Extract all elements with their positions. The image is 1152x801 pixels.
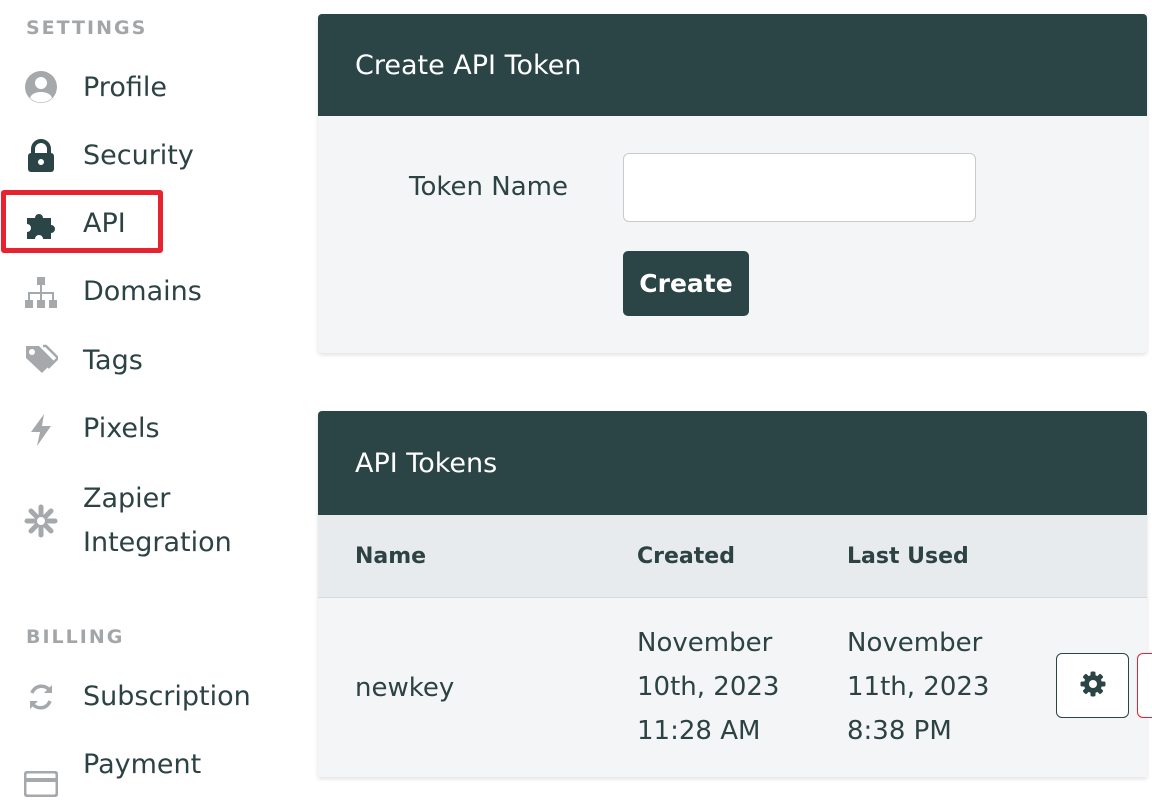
sidebar-item-profile[interactable]: Profile: [0, 68, 290, 112]
last-used-time: 8:38 PM: [847, 716, 952, 746]
gear-icon: [1080, 671, 1106, 700]
sidebar-item-label: Domains: [83, 276, 202, 307]
token-last-used-cell: November 11th, 2023 8:38 PM: [847, 621, 989, 753]
last-used-date-day: 11th, 2023: [847, 672, 990, 702]
token-name-cell: newkey: [355, 673, 455, 703]
table-header-row: Name Created Last Used: [318, 515, 1147, 598]
tags-icon: [24, 343, 58, 377]
sidebar-item-label: Zapier Integration: [83, 483, 232, 558]
sidebar-item-label: Profile: [83, 72, 167, 103]
column-header-created: Created: [637, 544, 735, 569]
settings-section-label: SETTINGS: [26, 17, 148, 39]
sitemap-icon: [24, 276, 58, 310]
settings-sidebar: SETTINGS Profile Security API Domains Ta…: [0, 0, 300, 797]
billing-section-label: BILLING: [26, 626, 125, 648]
token-name-input[interactable]: [623, 153, 976, 222]
sidebar-item-payment[interactable]: Payment: [0, 745, 290, 797]
sidebar-item-zapier-integration[interactable]: Zapier Integration: [0, 477, 290, 567]
last-used-date-month: November: [847, 628, 983, 658]
sidebar-item-security[interactable]: Security: [0, 136, 290, 180]
lock-icon: [24, 139, 58, 173]
sidebar-item-label: Payment: [83, 749, 202, 780]
column-header-last-used: Last Used: [847, 544, 969, 569]
sidebar-item-subscription[interactable]: Subscription: [0, 677, 290, 721]
bolt-icon: [24, 413, 58, 447]
token-name-label: Token Name: [409, 172, 568, 202]
sidebar-item-pixels[interactable]: Pixels: [0, 409, 290, 453]
created-time: 11:28 AM: [637, 716, 761, 746]
column-header-name: Name: [355, 544, 427, 569]
asterisk-icon: [24, 504, 58, 538]
sidebar-item-tags[interactable]: Tags: [0, 341, 290, 385]
create-button[interactable]: Create: [623, 251, 749, 316]
sync-icon: [24, 680, 58, 714]
sidebar-item-label: Tags: [83, 345, 143, 376]
table-row: newkey November 10th, 2023 11:28 AM Nove…: [318, 598, 1147, 777]
created-date-month: November: [637, 628, 773, 658]
card-title: Create API Token: [318, 14, 1147, 116]
created-date-day: 10th, 2023: [637, 672, 780, 702]
user-circle-icon: [24, 70, 58, 104]
sidebar-item-domains[interactable]: Domains: [0, 272, 290, 316]
token-created-cell: November 10th, 2023 11:28 AM: [637, 621, 779, 753]
card-title: API Tokens: [318, 411, 1147, 515]
sidebar-item-label: Subscription: [83, 681, 251, 712]
sidebar-item-label: Pixels: [83, 413, 160, 444]
token-settings-button[interactable]: [1056, 653, 1129, 718]
token-delete-button[interactable]: [1137, 653, 1152, 718]
credit-card-icon: [24, 767, 58, 801]
api-highlight-annotation: [1, 190, 163, 253]
sidebar-item-label: Security: [83, 140, 194, 171]
